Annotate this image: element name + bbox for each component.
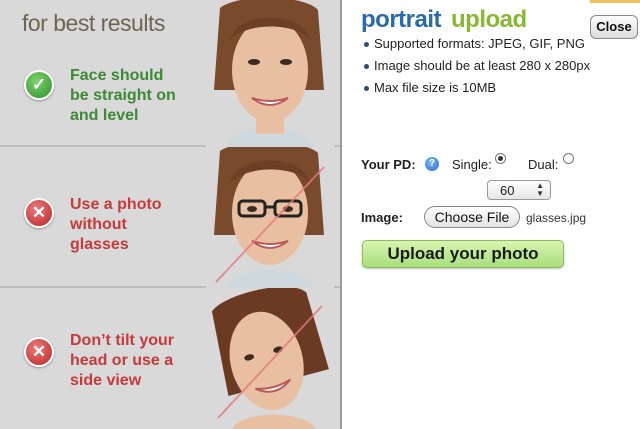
tip-line: Face should xyxy=(70,67,164,84)
pd-label: Your PD: xyxy=(361,157,416,172)
tip-line: without xyxy=(70,216,127,233)
tip-line: be straight on xyxy=(70,87,176,104)
list-item: Max file size is 10MB xyxy=(364,79,604,97)
tip-text: Use a photo without glasses xyxy=(70,195,162,255)
example-photo-straight xyxy=(206,0,334,147)
example-photo-tilted xyxy=(206,288,334,429)
brand-title: portrait upload xyxy=(361,6,527,34)
dual-label: Dual: xyxy=(528,157,559,172)
tip-no-glasses: ✕ Use a photo without glasses xyxy=(0,147,340,288)
tip-line: side view xyxy=(70,372,142,389)
check-icon: ✓ xyxy=(24,70,54,100)
tip-line: head or use a xyxy=(70,352,174,369)
list-item: Image should be at least 280 x 280px xyxy=(364,57,604,75)
tip-line: Use a photo xyxy=(70,196,162,213)
brand-word-portrait: portrait xyxy=(361,6,442,33)
cross-icon: ✕ xyxy=(24,198,54,228)
image-label: Image: xyxy=(361,210,403,225)
pd-select[interactable]: 60 ▲ ▼ xyxy=(487,180,551,200)
requirements-list: Supported formats: JPEG, GIF, PNG Image … xyxy=(364,35,604,101)
brand-word-upload: upload xyxy=(451,6,527,33)
upload-photo-button[interactable]: Upload your photo xyxy=(362,240,564,268)
help-icon[interactable]: ? xyxy=(425,157,439,171)
tip-text: Don’t tilt your head or use a side view xyxy=(70,331,174,391)
tip-no-tilt: ✕ Don’t tilt your head or use a side vie… xyxy=(0,288,340,429)
tip-line: and level xyxy=(70,107,139,124)
pd-select-value: 60 xyxy=(500,183,515,198)
single-radio[interactable] xyxy=(495,153,506,164)
top-accent-strip xyxy=(590,0,640,3)
selected-file-name: glasses.jpg xyxy=(526,211,587,225)
select-arrows-icon: ▲ ▼ xyxy=(536,181,544,198)
example-photo-glasses xyxy=(206,147,334,288)
choose-file-button[interactable]: Choose File xyxy=(424,206,520,228)
cross-icon: ✕ xyxy=(24,337,54,367)
dual-radio[interactable] xyxy=(563,153,574,164)
tip-line: Don’t tilt your xyxy=(70,332,174,349)
list-item: Supported formats: JPEG, GIF, PNG xyxy=(364,35,604,53)
tip-line: glasses xyxy=(70,236,129,253)
upload-panel: portrait upload Close Supported formats: … xyxy=(344,0,640,429)
tips-panel: for best results ✓ Face should be straig… xyxy=(0,0,342,429)
single-label: Single: xyxy=(452,157,492,172)
panel-title: for best results xyxy=(22,10,165,36)
tip-straight-face: for best results ✓ Face should be straig… xyxy=(0,0,340,147)
tip-text: Face should be straight on and level xyxy=(70,66,176,126)
